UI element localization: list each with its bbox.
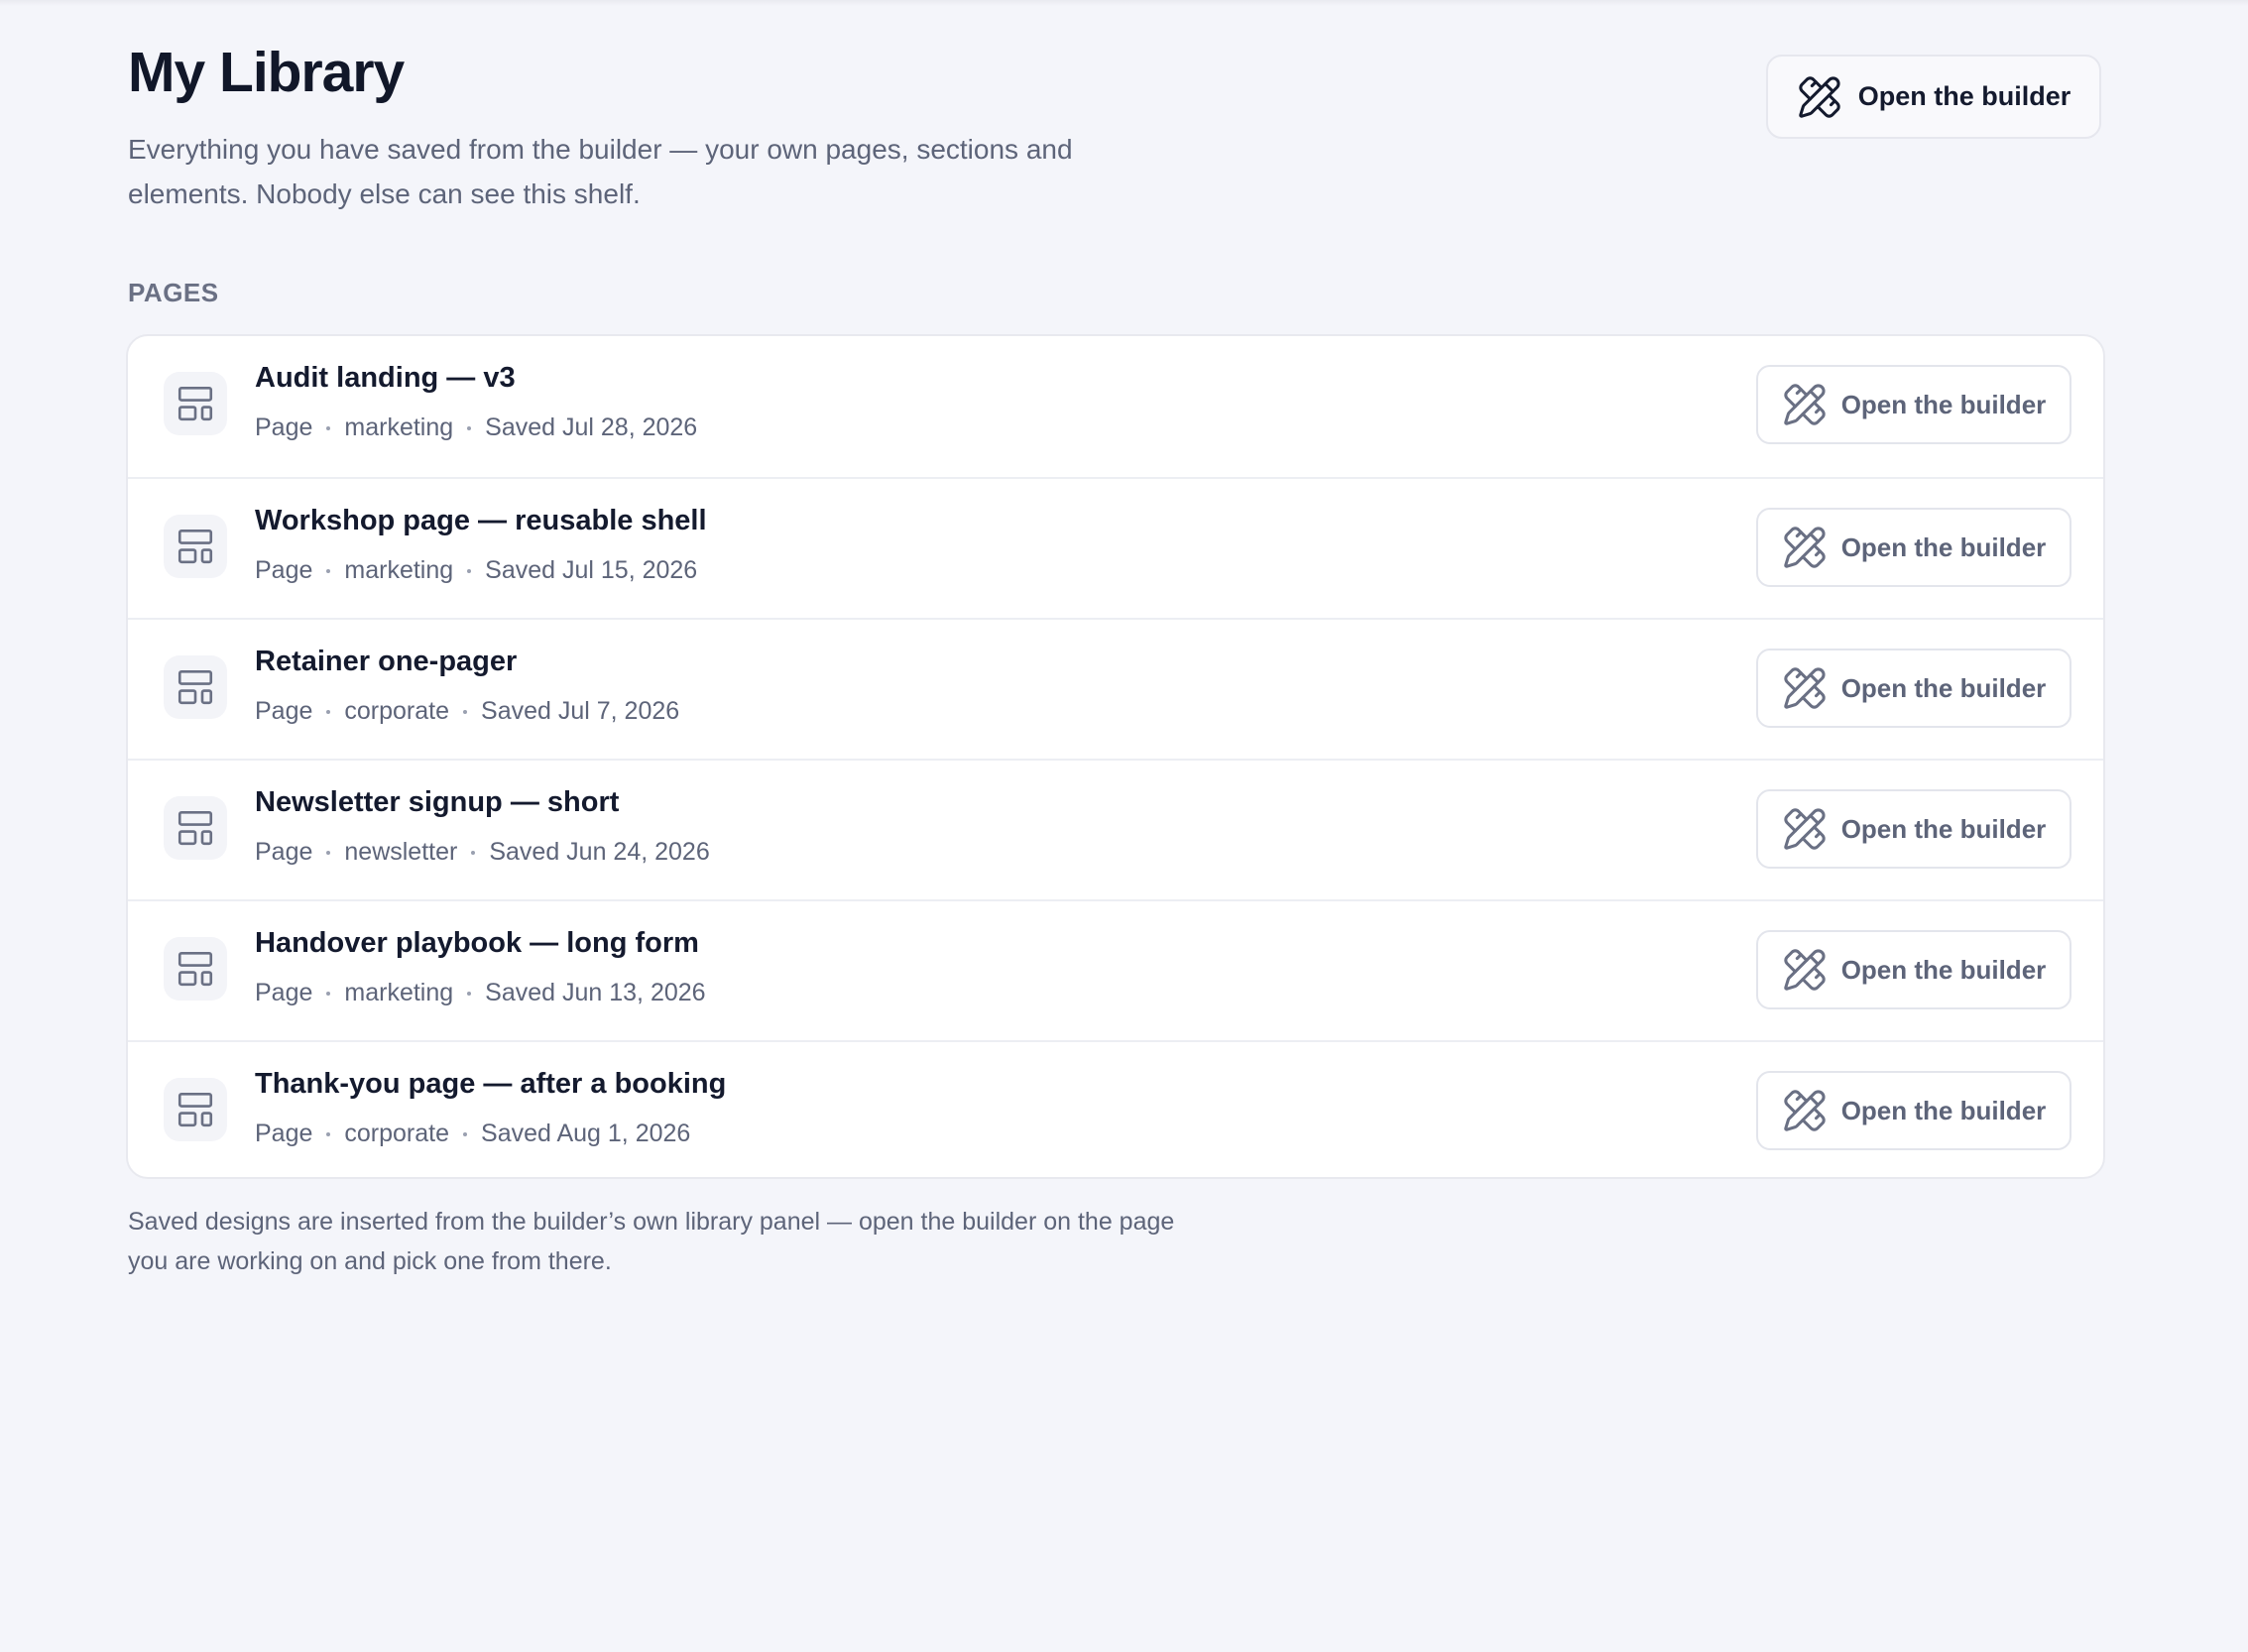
separator-dot [326,850,331,855]
list-item: Handover playbook — long form Page marketi… [128,899,2103,1040]
row-open-builder-label: Open the builder [1840,672,2047,703]
separator-dot [463,1131,468,1136]
list-item: Thank-you page — after a booking Page corp… [128,1040,2103,1177]
page-type: Page [255,556,313,584]
row-open-builder-button[interactable]: Open the builder [1756,649,2071,728]
page-type: Page [255,413,313,441]
page-thumbnail [164,655,227,719]
page-saved-date: Saved Aug 1, 2026 [481,1120,691,1147]
page-category: corporate [344,697,450,725]
page-type: Page [255,1120,313,1147]
page-title-text: Newsletter signup — short [255,786,620,818]
page-type: Page [255,697,313,725]
page-title-text: Retainer one-pager [255,646,518,677]
list-item: Newsletter signup — short Page newsletter S… [128,759,2103,899]
page-thumbnail [164,937,227,1001]
footnote: Saved designs are inserted from the buil… [128,1208,1175,1275]
page-meta: Page corporate Saved Aug 1, 2026 [255,1120,690,1148]
list-item: Workshop page — reusable shell Page market… [128,477,2103,618]
pencil-ruler-icon [1783,1090,1826,1131]
row-open-builder-label: Open the builder [1840,954,2047,985]
page-title-text: Handover playbook — long form [255,927,699,959]
pencil-ruler-icon [1783,949,1826,991]
separator-dot [326,991,331,996]
row-open-builder-label: Open the builder [1840,813,2047,844]
pages-list: Audit landing — v3 Page marketing Saved Jul… [126,334,2105,1179]
page-saved-date: Saved Jun 24, 2026 [489,838,710,866]
page-title: My Library [128,41,405,104]
page-thumbnail [164,515,227,578]
page-meta: Page marketing Saved Jun 13, 2026 [255,979,706,1007]
separator-dot [467,991,472,996]
page-category: marketing [344,413,454,441]
row-open-builder-button[interactable]: Open the builder [1756,1071,2071,1150]
open-builder-button[interactable]: Open the builder [1766,55,2101,139]
list-item: Audit landing — v3 Page marketing Saved Jul… [128,336,2103,477]
page-saved-date: Saved Jun 13, 2026 [485,979,706,1006]
page-type: Page [255,979,313,1006]
page-thumbnail [164,372,227,435]
pencil-ruler-icon [1783,527,1826,568]
layout-template-icon [177,1092,213,1127]
separator-dot [467,568,472,573]
pencil-ruler-icon [1783,384,1826,425]
page-saved-date: Saved Jul 15, 2026 [485,556,698,584]
row-open-builder-button[interactable]: Open the builder [1756,930,2071,1009]
open-builder-label: Open the builder [1857,81,2071,111]
page-saved-date: Saved Jul 28, 2026 [485,413,698,441]
separator-dot [326,568,331,573]
row-open-builder-label: Open the builder [1840,1095,2047,1125]
layout-template-icon [177,386,213,421]
row-open-builder-label: Open the builder [1840,531,2047,562]
page-category: newsletter [344,838,458,866]
page-meta: Page corporate Saved Jul 7, 2026 [255,697,679,726]
top-shadow [0,0,2248,6]
page-thumbnail [164,796,227,860]
page-category: marketing [344,556,454,584]
pencil-ruler-icon [1783,667,1826,709]
page-thumbnail [164,1078,227,1141]
separator-dot [463,709,468,714]
page-subtitle: Everything you have saved from the build… [128,134,1073,209]
page-saved-date: Saved Jul 7, 2026 [481,697,680,725]
separator-dot [326,425,331,430]
layout-template-icon [177,529,213,564]
separator-dot [326,1131,331,1136]
layout-template-icon [177,951,213,987]
pencil-ruler-icon [1783,808,1826,850]
row-open-builder-button[interactable]: Open the builder [1756,365,2071,444]
page-meta: Page marketing Saved Jul 28, 2026 [255,413,697,442]
page-title-text: Workshop page — reusable shell [255,505,707,536]
separator-dot [467,425,472,430]
page-meta: Page marketing Saved Jul 15, 2026 [255,556,697,585]
page-title-text: Thank-you page — after a booking [255,1068,727,1100]
section-label-pages: PAGES [128,278,219,307]
pencil-ruler-icon [1798,75,1840,118]
list-item: Retainer one-pager Page corporate Saved Jul… [128,618,2103,759]
page-title-text: Audit landing — v3 [255,362,516,394]
layout-template-icon [177,669,213,705]
layout-template-icon [177,810,213,846]
row-open-builder-button[interactable]: Open the builder [1756,508,2071,587]
page-category: marketing [344,979,454,1006]
page-type: Page [255,838,313,866]
page-meta: Page newsletter Saved Jun 24, 2026 [255,838,710,867]
separator-dot [471,850,476,855]
page-category: corporate [344,1120,450,1147]
row-open-builder-label: Open the builder [1840,389,2047,419]
separator-dot [326,709,331,714]
row-open-builder-button[interactable]: Open the builder [1756,789,2071,869]
